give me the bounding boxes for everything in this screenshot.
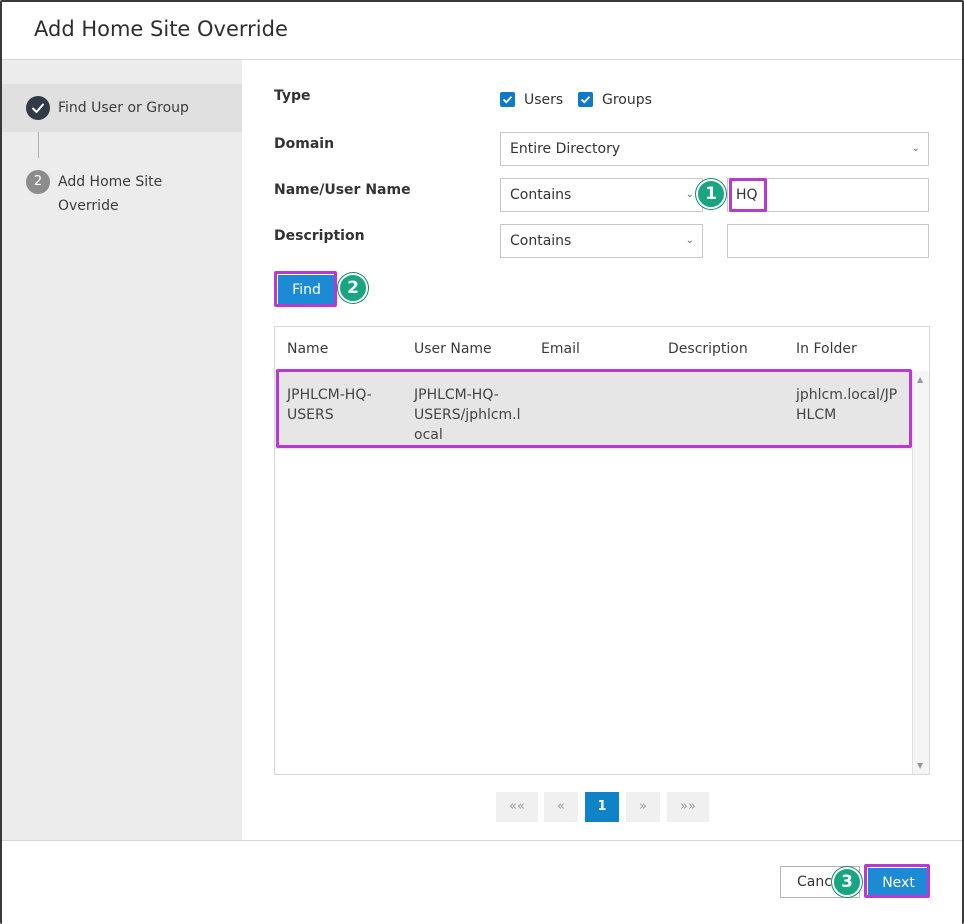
- step-find-user-or-group[interactable]: Find User or Group: [2, 84, 242, 132]
- name-operator-select[interactable]: Contains ⌄: [500, 178, 703, 212]
- checkmark-icon: [580, 96, 591, 104]
- step-connector: [38, 132, 39, 158]
- pager-page-1[interactable]: 1: [585, 792, 619, 822]
- step-number: 2: [26, 170, 50, 194]
- pager-prev-button[interactable]: «: [544, 792, 578, 822]
- groups-checkbox-wrap[interactable]: Groups: [578, 90, 658, 110]
- callout-badge-2: 2: [338, 273, 368, 303]
- dialog-header: Add Home Site Override: [2, 2, 962, 60]
- scroll-down-icon[interactable]: ▼: [917, 761, 923, 770]
- groups-checkbox[interactable]: [578, 92, 593, 107]
- column-header-description[interactable]: Description: [668, 341, 748, 357]
- checkmark-icon: [502, 96, 513, 104]
- scroll-up-icon[interactable]: ▲: [917, 375, 923, 384]
- name-label: Name/User Name: [274, 182, 411, 198]
- name-input-highlight: [729, 178, 767, 212]
- column-header-in-folder[interactable]: In Folder: [796, 341, 857, 357]
- users-checkbox-wrap[interactable]: Users: [500, 90, 570, 110]
- description-label: Description: [274, 228, 365, 244]
- chevron-down-icon: ⌄: [685, 189, 694, 200]
- callout-badge-1: 1: [696, 179, 726, 209]
- column-header-name[interactable]: Name: [287, 341, 328, 357]
- chevron-down-icon: ⌄: [911, 143, 920, 154]
- description-input[interactable]: [727, 224, 929, 258]
- description-operator-value: Contains: [510, 233, 572, 249]
- wizard-steps: Find User or Group 2 Add Home Site Overr…: [2, 60, 242, 840]
- next-button-highlight: [864, 864, 930, 898]
- add-home-site-override-dialog: Add Home Site Override Find User or Grou…: [0, 0, 964, 924]
- check-icon: [26, 96, 50, 120]
- column-header-user-name[interactable]: User Name: [414, 341, 492, 357]
- domain-select[interactable]: Entire Directory ⌄: [500, 132, 929, 166]
- callout-badge-3: 3: [832, 867, 862, 897]
- type-label: Type: [274, 88, 311, 104]
- find-button-highlight: [274, 271, 337, 307]
- column-header-email[interactable]: Email: [541, 341, 580, 357]
- grid-header: Name User Name Email Description In Fold…: [275, 327, 912, 371]
- dialog-title: Add Home Site Override: [34, 17, 288, 41]
- chevron-down-icon: ⌄: [685, 235, 694, 246]
- pager-last-button[interactable]: »»: [667, 792, 709, 822]
- result-row-highlight: [276, 369, 912, 448]
- domain-label: Domain: [274, 136, 335, 152]
- step-label: Add Home Site Override: [58, 174, 163, 214]
- users-checkbox[interactable]: [500, 92, 515, 107]
- pager-next-button[interactable]: »: [626, 792, 660, 822]
- step-label: Find User or Group: [58, 100, 189, 116]
- groups-label: Groups: [602, 92, 652, 108]
- grid-scrollbar[interactable]: ▲ ▼: [912, 371, 929, 774]
- domain-select-value: Entire Directory: [510, 141, 621, 157]
- description-operator-select[interactable]: Contains ⌄: [500, 224, 703, 258]
- check-icon-svg: [32, 103, 44, 113]
- name-operator-value: Contains: [510, 187, 572, 203]
- users-label: Users: [524, 92, 564, 108]
- pager-first-button[interactable]: ««: [496, 792, 538, 822]
- step-add-home-site-override[interactable]: 2 Add Home Site Override: [2, 166, 242, 226]
